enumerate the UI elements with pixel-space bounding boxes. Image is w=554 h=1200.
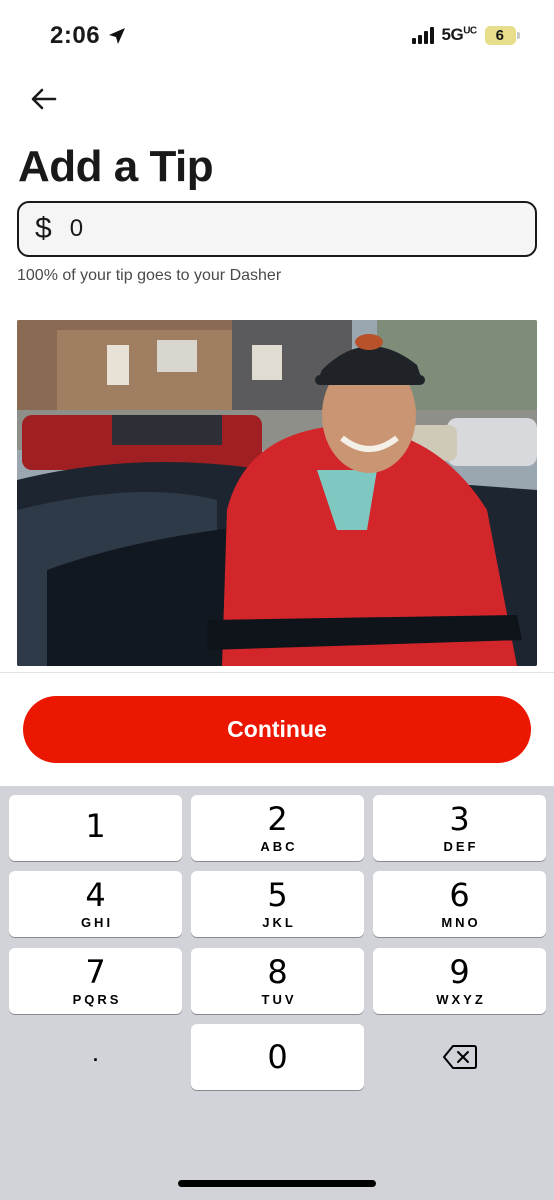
tip-helper-text: 100% of your tip goes to your Dasher bbox=[17, 267, 282, 284]
key-9[interactable]: 9 WXYZ bbox=[373, 948, 546, 1014]
back-button[interactable] bbox=[24, 80, 64, 118]
key-decimal[interactable]: . bbox=[9, 1024, 182, 1090]
location-arrow-icon bbox=[109, 28, 126, 44]
network-type: 5GUC bbox=[441, 25, 478, 44]
key-4[interactable]: 4 GHI bbox=[9, 871, 182, 937]
delete-key[interactable] bbox=[373, 1024, 546, 1090]
key-6[interactable]: 6 MNO bbox=[373, 871, 546, 937]
tip-amount-input[interactable] bbox=[69, 215, 490, 243]
status-time: 2:06 bbox=[50, 22, 126, 50]
battery-icon: 6 bbox=[484, 25, 521, 45]
key-5[interactable]: 5 JKL bbox=[191, 871, 364, 937]
clock: 2:06 bbox=[50, 22, 101, 49]
key-0[interactable]: 0 bbox=[191, 1024, 364, 1090]
continue-button[interactable]: Continue bbox=[23, 696, 531, 763]
dasher-photo bbox=[17, 320, 537, 666]
key-8[interactable]: 8 TUV bbox=[191, 948, 364, 1014]
status-indicators: 5GUC 6 bbox=[411, 25, 521, 45]
page-title: Add a Tip bbox=[18, 142, 214, 191]
currency-symbol: $ bbox=[35, 212, 52, 245]
numeric-keypad: 1 2 ABC 3 DEF 4 GHI 5 JKL 6 MNO 7 PQRS 8… bbox=[0, 786, 554, 1200]
cellular-signal-icon bbox=[411, 26, 434, 44]
tip-amount-field[interactable]: $ bbox=[17, 201, 537, 257]
key-2[interactable]: 2 ABC bbox=[191, 795, 364, 861]
backspace-icon bbox=[442, 1045, 477, 1069]
arrow-left-icon bbox=[31, 88, 57, 110]
divider bbox=[0, 672, 554, 673]
home-indicator[interactable] bbox=[178, 1180, 376, 1187]
status-bar: 2:06 5GUC 6 bbox=[0, 0, 554, 74]
key-3[interactable]: 3 DEF bbox=[373, 795, 546, 861]
key-1[interactable]: 1 bbox=[9, 795, 182, 861]
key-7[interactable]: 7 PQRS bbox=[9, 948, 182, 1014]
